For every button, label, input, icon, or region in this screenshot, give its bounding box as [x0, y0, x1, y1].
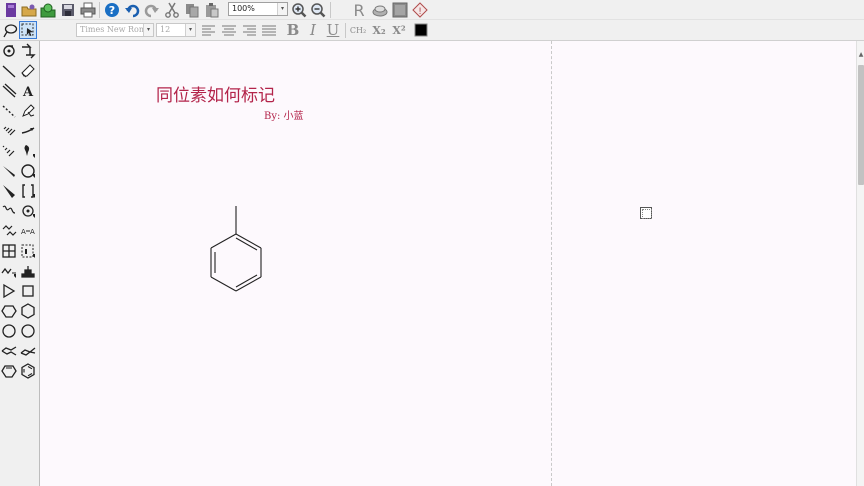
- cyclopropane-icon[interactable]: [0, 282, 18, 300]
- text-icon[interactable]: A: [19, 82, 37, 100]
- dashed-bond-icon[interactable]: [0, 102, 18, 120]
- lasso-icon[interactable]: [1, 21, 19, 39]
- open-folder-icon[interactable]: [20, 1, 38, 19]
- svg-text:?: ?: [109, 4, 115, 17]
- wavy-bond-icon[interactable]: [0, 202, 18, 220]
- chemdraw-window: ? 100% ▾ R ! Times New Roman ▾ 12 ▾ B I …: [0, 0, 864, 486]
- text-insertion-box[interactable]: [640, 207, 652, 219]
- cyclopentadiene-icon[interactable]: [0, 362, 18, 380]
- gallery-icon[interactable]: [391, 1, 409, 19]
- query-icon[interactable]: [19, 242, 37, 260]
- chevron-down-icon: ▾: [185, 24, 195, 36]
- benzene-icon[interactable]: [19, 362, 37, 380]
- scroll-up-icon[interactable]: ▲: [857, 51, 864, 59]
- reaction-mapping-icon[interactable]: AA: [19, 222, 37, 240]
- font-size-value: 12: [160, 25, 171, 34]
- zoom-select[interactable]: 100% ▾: [228, 2, 288, 16]
- acyclic-chain-icon[interactable]: [0, 262, 18, 280]
- table-icon[interactable]: [0, 242, 18, 260]
- ring-bond: [210, 233, 237, 249]
- zoom-out-icon[interactable]: [309, 1, 327, 19]
- cycloheptane-icon[interactable]: [0, 322, 18, 340]
- print-icon[interactable]: [79, 1, 97, 19]
- multiple-bond-icon[interactable]: [0, 82, 18, 100]
- svg-text:A: A: [21, 228, 26, 236]
- font-family-select[interactable]: Times New Roman ▾: [76, 23, 154, 37]
- bold-button[interactable]: B: [284, 21, 302, 39]
- svg-text:A: A: [30, 228, 35, 236]
- document-canvas[interactable]: 同位素如何标记 By: 小蓝: [44, 41, 856, 486]
- help-icon[interactable]: ?: [103, 1, 121, 19]
- cut-icon[interactable]: [163, 1, 181, 19]
- subscript-button[interactable]: X₂: [369, 21, 389, 39]
- align-left-icon[interactable]: [200, 22, 218, 40]
- open-templates-icon[interactable]: [39, 1, 57, 19]
- cyclohexane-icon[interactable]: [19, 302, 37, 320]
- svg-text:A: A: [22, 85, 34, 99]
- marquee-select-icon[interactable]: [19, 21, 37, 39]
- svg-text:R: R: [353, 2, 364, 18]
- wedge-bond-icon[interactable]: [0, 162, 18, 180]
- cyclohexane-chair-alt-icon[interactable]: [19, 342, 37, 360]
- orbital-icon[interactable]: [19, 142, 37, 160]
- bond-icon[interactable]: [0, 62, 18, 80]
- structure-perspective-icon[interactable]: [19, 42, 37, 60]
- hashed-bond-icon[interactable]: [0, 122, 18, 140]
- arrow-icon[interactable]: [19, 122, 37, 140]
- new-document-icon[interactable]: [2, 1, 20, 19]
- zoom-value: 100%: [232, 4, 255, 13]
- page-boundary: [551, 41, 552, 486]
- main-toolbar: ? 100% ▾ R !: [0, 0, 864, 20]
- paste-icon[interactable]: [203, 1, 221, 19]
- zoom-in-icon[interactable]: [290, 1, 308, 19]
- svg-text:!: !: [418, 7, 422, 17]
- chevron-down-icon: ▾: [277, 3, 287, 15]
- bold-wedge-bond-icon[interactable]: [0, 182, 18, 200]
- justify-icon[interactable]: [260, 22, 278, 40]
- reaction-icon[interactable]: R: [350, 1, 368, 19]
- superscript-button[interactable]: X²: [389, 21, 409, 39]
- templates-icon[interactable]: [19, 262, 37, 280]
- cyclooctane-icon[interactable]: [19, 322, 37, 340]
- pen-icon[interactable]: [19, 102, 37, 120]
- chemical-symbol-icon[interactable]: [19, 202, 37, 220]
- author-caption[interactable]: By: 小蓝: [264, 107, 304, 122]
- drawing-elements-icon[interactable]: [19, 162, 37, 180]
- font-size-select[interactable]: 12 ▾: [156, 23, 196, 37]
- align-center-icon[interactable]: [220, 22, 238, 40]
- document-title[interactable]: 同位素如何标记: [156, 81, 275, 106]
- align-right-icon[interactable]: [240, 22, 258, 40]
- ring-bond: [235, 233, 262, 249]
- vertical-scrollbar[interactable]: ▲: [856, 41, 864, 486]
- warning-icon[interactable]: !: [411, 1, 429, 19]
- wavy-chain-icon[interactable]: [0, 222, 18, 240]
- bracket-icon[interactable]: [19, 182, 37, 200]
- hotkey-icon[interactable]: [371, 1, 389, 19]
- tool-palette: A A A: [0, 41, 40, 486]
- scroll-thumb[interactable]: [858, 65, 864, 185]
- save-icon[interactable]: [59, 1, 77, 19]
- cyclopentane-icon[interactable]: [0, 302, 18, 320]
- eraser-icon[interactable]: [19, 62, 37, 80]
- hashed-wedge-bond-icon[interactable]: [0, 142, 18, 160]
- underline-button[interactable]: U: [324, 21, 342, 39]
- color-picker-button[interactable]: [412, 21, 430, 39]
- italic-button[interactable]: I: [304, 21, 322, 39]
- redo-icon[interactable]: [143, 1, 161, 19]
- ring-bond: [210, 276, 237, 292]
- undo-icon[interactable]: [123, 1, 141, 19]
- text-format-toolbar: Times New Roman ▾ 12 ▾ B I U CH₂ X₂ X²: [0, 20, 864, 41]
- chevron-down-icon: ▾: [143, 24, 153, 36]
- rotate-icon[interactable]: [0, 42, 18, 60]
- formula-button[interactable]: CH₂: [348, 21, 368, 39]
- cyclobutane-icon[interactable]: [19, 282, 37, 300]
- ring-bond: [235, 276, 262, 292]
- cyclohexane-chair-icon[interactable]: [0, 342, 18, 360]
- copy-icon[interactable]: [183, 1, 201, 19]
- toluene-structure[interactable]: [204, 201, 270, 301]
